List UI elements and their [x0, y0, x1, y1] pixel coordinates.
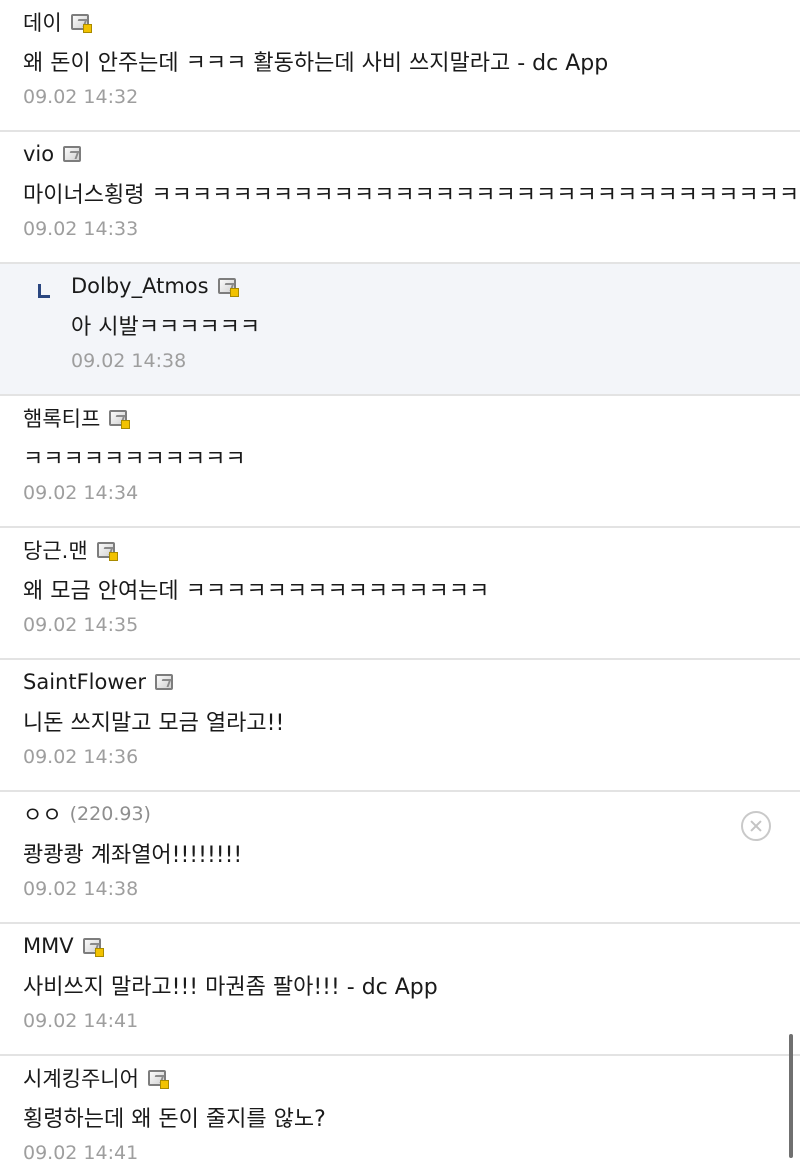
comment-item: ㅇㅇ (220.93) 쾅쾅쾅 계좌열어!!!!!!!! 09.02 14:38: [0, 792, 800, 924]
comment-item: SaintFlower 니돈 쓰지말고 모금 열라고!! 09.02 14:36: [0, 660, 800, 792]
comment-author-row: 시계킹주니어: [23, 1062, 169, 1094]
comment-time: 09.02 14:38: [71, 350, 187, 372]
comment-author-row: ㅇㅇ (220.93): [23, 798, 151, 830]
comment-text: 사비쓰지 말라고!!! 마권좀 팔아!!! - dc App: [23, 975, 438, 1000]
gonick-user-icon: [109, 410, 131, 429]
reply-item: Dolby_Atmos 아 시발ㅋㅋㅋㅋㅋㅋ 09.02 14:38: [0, 264, 800, 396]
reply-arrow-icon: [38, 284, 50, 298]
comment-author-row: MMV: [23, 930, 104, 962]
comment-text: 횡령하는데 왜 돈이 줄지를 않노?: [23, 1107, 326, 1132]
comment-author[interactable]: 데이: [23, 7, 62, 37]
comment-author[interactable]: Dolby_Atmos: [71, 274, 209, 298]
comment-item: vio 마이너스횡령 ㅋㅋㅋㅋㅋㅋㅋㅋㅋㅋㅋㅋㅋㅋㅋㅋㅋㅋㅋㅋㅋㅋㅋㅋㅋㅋㅋㅋㅋ…: [0, 132, 800, 264]
comment-text: 니돈 쓰지말고 모금 열라고!!: [23, 711, 285, 736]
gonick-user-icon: [70, 14, 92, 33]
comment-author-row: SaintFlower: [23, 666, 174, 698]
comment-author-row: 데이: [23, 6, 92, 38]
comment-author-row: vio: [23, 138, 82, 170]
comment-author[interactable]: SaintFlower: [23, 670, 146, 694]
comment-item: 시계킹주니어 횡령하는데 왜 돈이 줄지를 않노? 09.02 14:41: [0, 1056, 800, 1172]
comment-author-row: 당근.맨: [23, 534, 118, 566]
comment-author[interactable]: 햄록티프: [23, 403, 100, 433]
comment-time: 09.02 14:36: [23, 746, 139, 768]
gonick-user-icon: [155, 674, 174, 690]
comment-text: 마이너스횡령 ㅋㅋㅋㅋㅋㅋㅋㅋㅋㅋㅋㅋㅋㅋㅋㅋㅋㅋㅋㅋㅋㅋㅋㅋㅋㅋㅋㅋㅋㅋㅋㅋㅋ…: [23, 183, 800, 208]
comment-time: 09.02 14:32: [23, 86, 139, 108]
comment-ip: (220.93): [69, 803, 151, 825]
comment-list: 데이 왜 돈이 안주는데 ㅋㅋㅋ 활동하는데 사비 쓰지말라고 - dc App…: [0, 0, 800, 1172]
gonick-user-icon: [96, 542, 118, 561]
scrollbar-thumb[interactable]: [789, 1034, 793, 1158]
comment-author[interactable]: ㅇㅇ: [23, 799, 62, 829]
delete-comment-button[interactable]: [741, 811, 771, 841]
comment-author[interactable]: vio: [23, 142, 54, 166]
comment-author-row: Dolby_Atmos: [71, 270, 239, 302]
comment-text: ㅋㅋㅋㅋㅋㅋㅋㅋㅋㅋㅋ: [23, 447, 246, 472]
comment-text: 아 시발ㅋㅋㅋㅋㅋㅋ: [71, 315, 261, 340]
gonick-user-icon: [217, 278, 239, 297]
comment-author[interactable]: MMV: [23, 934, 74, 958]
comment-text: 왜 돈이 안주는데 ㅋㅋㅋ 활동하는데 사비 쓰지말라고 - dc App: [23, 51, 609, 76]
comment-item: 데이 왜 돈이 안주는데 ㅋㅋㅋ 활동하는데 사비 쓰지말라고 - dc App…: [0, 0, 800, 132]
comment-item: MMV 사비쓰지 말라고!!! 마권좀 팔아!!! - dc App 09.02…: [0, 924, 800, 1056]
comment-text: 쾅쾅쾅 계좌열어!!!!!!!!: [23, 843, 243, 868]
comment-author[interactable]: 시계킹주니어: [23, 1063, 139, 1093]
comment-author-row: 햄록티프: [23, 402, 131, 434]
comment-time: 09.02 14:41: [23, 1010, 139, 1032]
gonick-user-icon: [63, 146, 82, 162]
comment-time: 09.02 14:34: [23, 482, 139, 504]
comment-time: 09.02 14:38: [23, 878, 139, 900]
comment-author[interactable]: 당근.맨: [23, 535, 88, 565]
comment-item: 당근.맨 왜 모금 안여는데 ㅋㅋㅋㅋㅋㅋㅋㅋㅋㅋㅋㅋㅋㅋㅋ 09.02 14:…: [0, 528, 800, 660]
comment-time: 09.02 14:35: [23, 614, 139, 636]
comment-time: 09.02 14:41: [23, 1142, 139, 1164]
comment-time: 09.02 14:33: [23, 218, 139, 240]
comment-text: 왜 모금 안여는데 ㅋㅋㅋㅋㅋㅋㅋㅋㅋㅋㅋㅋㅋㅋㅋ: [23, 579, 490, 604]
gonick-user-icon: [82, 938, 104, 957]
gonick-user-icon: [147, 1070, 169, 1089]
comment-item: 햄록티프 ㅋㅋㅋㅋㅋㅋㅋㅋㅋㅋㅋ 09.02 14:34: [0, 396, 800, 528]
